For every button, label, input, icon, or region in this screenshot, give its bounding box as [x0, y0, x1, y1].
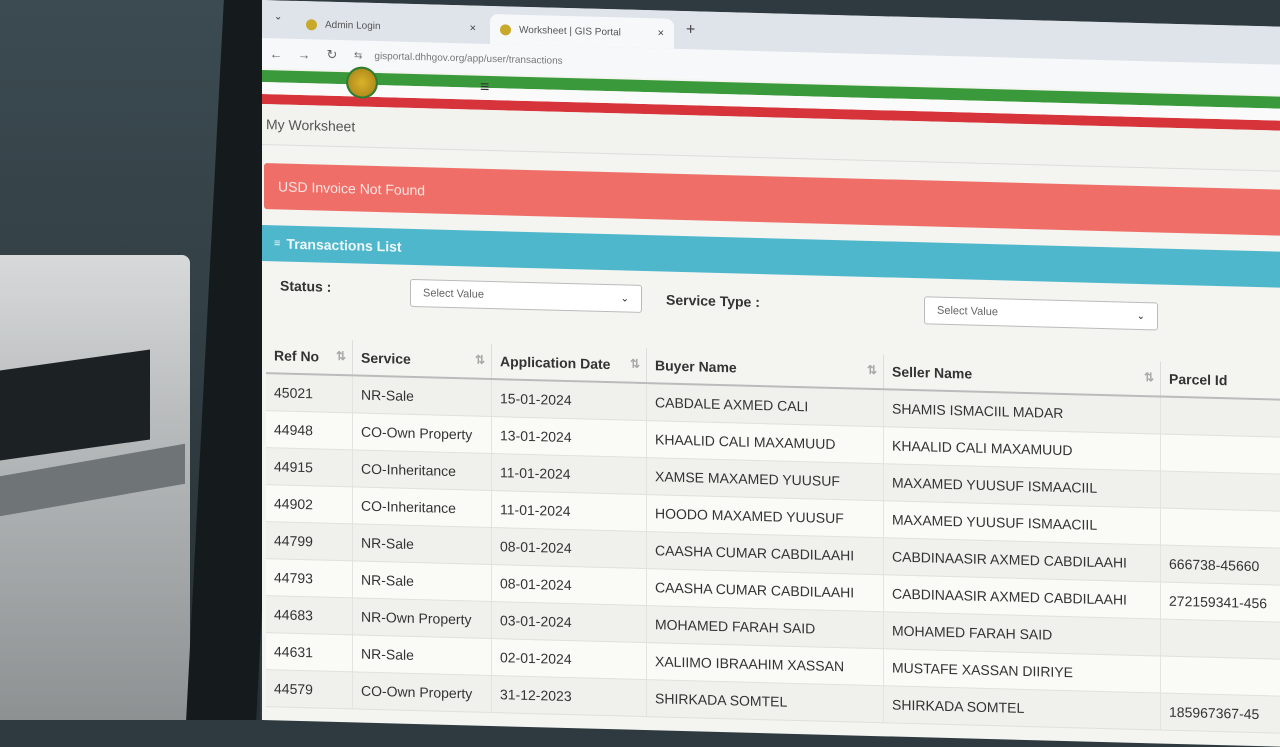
cell-ref-no: 44631: [266, 633, 353, 672]
status-select-value: Select Value: [423, 287, 484, 301]
close-tab-icon[interactable]: ×: [470, 22, 476, 34]
cell-seller-name: SHIRKADA SOMTEL: [884, 686, 1161, 730]
site-favicon-icon: [306, 19, 317, 30]
tab-title: Worksheet | GIS Portal: [519, 24, 621, 38]
chevron-down-icon: ⌄: [621, 293, 629, 304]
cell-parcel-id: [1161, 397, 1280, 438]
list-icon: ≡: [274, 237, 280, 249]
cell-application-date: 03-01-2024: [492, 602, 647, 643]
column-header-parcel-id[interactable]: Parcel Id: [1161, 362, 1280, 400]
cell-buyer-name: CAASHA CUMAR CABDILAAHI: [647, 569, 884, 612]
cell-parcel-id: [1161, 656, 1280, 696]
tab-title: Admin Login: [325, 19, 381, 31]
cell-parcel-id: [1161, 619, 1280, 659]
sort-icon[interactable]: ⇅: [475, 353, 485, 367]
cell-ref-no: 44948: [266, 411, 353, 450]
cell-parcel-id: [1161, 434, 1280, 474]
cell-ref-no: 44799: [266, 522, 353, 561]
panel-title: Transactions List: [286, 236, 401, 255]
cell-application-date: 11-01-2024: [492, 491, 647, 532]
column-header-seller-name[interactable]: Seller Name⇅: [884, 354, 1161, 396]
cell-service: NR-Sale: [353, 561, 492, 602]
sort-icon[interactable]: ⇅: [336, 349, 346, 363]
column-header-application-date[interactable]: Application Date⇅: [492, 344, 647, 383]
column-header-buyer-name[interactable]: Buyer Name⇅: [647, 348, 884, 389]
cell-ref-no: 44915: [266, 448, 353, 487]
cell-service: NR-Sale: [353, 524, 492, 565]
service-type-label: Service Type :: [666, 292, 760, 310]
cell-parcel-id: 666738-45660: [1161, 545, 1280, 585]
tab-worksheet[interactable]: Worksheet | GIS Portal ×: [490, 14, 674, 49]
new-tab-button[interactable]: +: [686, 21, 695, 39]
cell-service: CO-Inheritance: [353, 450, 492, 491]
cell-ref-no: 44683: [266, 596, 353, 635]
cell-ref-no: 45021: [266, 373, 353, 413]
cell-service: NR-Own Property: [353, 598, 492, 639]
cell-service: NR-Sale: [353, 375, 492, 416]
cell-application-date: 15-01-2024: [492, 379, 647, 421]
cell-application-date: 13-01-2024: [492, 417, 647, 458]
cell-ref-no: 44579: [266, 670, 353, 709]
close-tab-icon[interactable]: ×: [658, 27, 664, 39]
sort-icon[interactable]: ⇅: [630, 357, 640, 371]
browser-window: ⌄ Admin Login × Worksheet | GIS Portal ×…: [262, 0, 1280, 747]
cell-ref-no: 44793: [266, 559, 353, 598]
forward-button[interactable]: →: [290, 46, 318, 62]
status-select[interactable]: Select Value ⌄: [410, 279, 642, 313]
cell-service: CO-Inheritance: [353, 487, 492, 528]
cell-service: NR-Sale: [353, 635, 492, 676]
cell-parcel-id: [1161, 471, 1280, 511]
cell-parcel-id: [1161, 508, 1280, 548]
cell-buyer-name: XALIIMO IBRAAHIM XASSAN: [647, 643, 884, 686]
site-settings-icon[interactable]: ⇆: [354, 50, 362, 61]
cell-buyer-name: CABDALE AXMED CALI: [647, 383, 884, 427]
cell-application-date: 31-12-2023: [492, 676, 647, 717]
cell-buyer-name: SHIRKADA SOMTEL: [647, 680, 884, 723]
reload-button[interactable]: ↻: [318, 46, 346, 63]
error-alert: USD Invoice Not Found: [264, 163, 1280, 236]
cell-service: CO-Own Property: [353, 672, 492, 713]
service-type-select-value: Select Value: [937, 305, 998, 319]
column-header-service[interactable]: Service⇅: [353, 340, 492, 379]
service-type-select[interactable]: Select Value ⌄: [924, 296, 1158, 330]
cell-application-date: 08-01-2024: [492, 528, 647, 569]
tab-search-menu[interactable]: ⌄: [274, 11, 282, 22]
cell-buyer-name: KHAALID CALI MAXAMUUD: [647, 421, 884, 464]
hamburger-menu-icon[interactable]: ≡: [480, 80, 489, 96]
transactions-table: Ref No⇅ Service⇅ Application Date⇅ Buyer…: [266, 338, 1280, 734]
column-header-ref-no[interactable]: Ref No⇅: [266, 338, 353, 375]
cell-parcel-id: 185967367-45: [1161, 693, 1280, 733]
chevron-down-icon: ⌄: [1137, 310, 1145, 321]
cell-buyer-name: CAASHA CUMAR CABDILAAHI: [647, 532, 884, 575]
sort-icon[interactable]: ⇅: [867, 363, 877, 377]
cell-buyer-name: HOODO MAXAMED YUUSUF: [647, 495, 884, 538]
cell-buyer-name: MOHAMED FARAH SAID: [647, 606, 884, 649]
tab-admin-login[interactable]: Admin Login ×: [296, 9, 486, 44]
sort-icon[interactable]: ⇅: [1144, 370, 1154, 384]
url-field[interactable]: gisportal.dhhgov.org/app/user/transactio…: [374, 50, 562, 66]
government-seal-logo: [346, 66, 378, 99]
cell-application-date: 08-01-2024: [492, 565, 647, 606]
cell-application-date: 02-01-2024: [492, 639, 647, 680]
cell-service: CO-Own Property: [353, 413, 492, 454]
cell-parcel-id: 272159341-456: [1161, 582, 1280, 622]
status-label: Status :: [280, 277, 331, 294]
cell-buyer-name: XAMSE MAXAMED YUUSUF: [647, 458, 884, 501]
back-button[interactable]: ←: [262, 46, 290, 62]
cell-application-date: 11-01-2024: [492, 454, 647, 495]
site-favicon-icon: [500, 24, 511, 35]
cell-ref-no: 44902: [266, 485, 353, 524]
